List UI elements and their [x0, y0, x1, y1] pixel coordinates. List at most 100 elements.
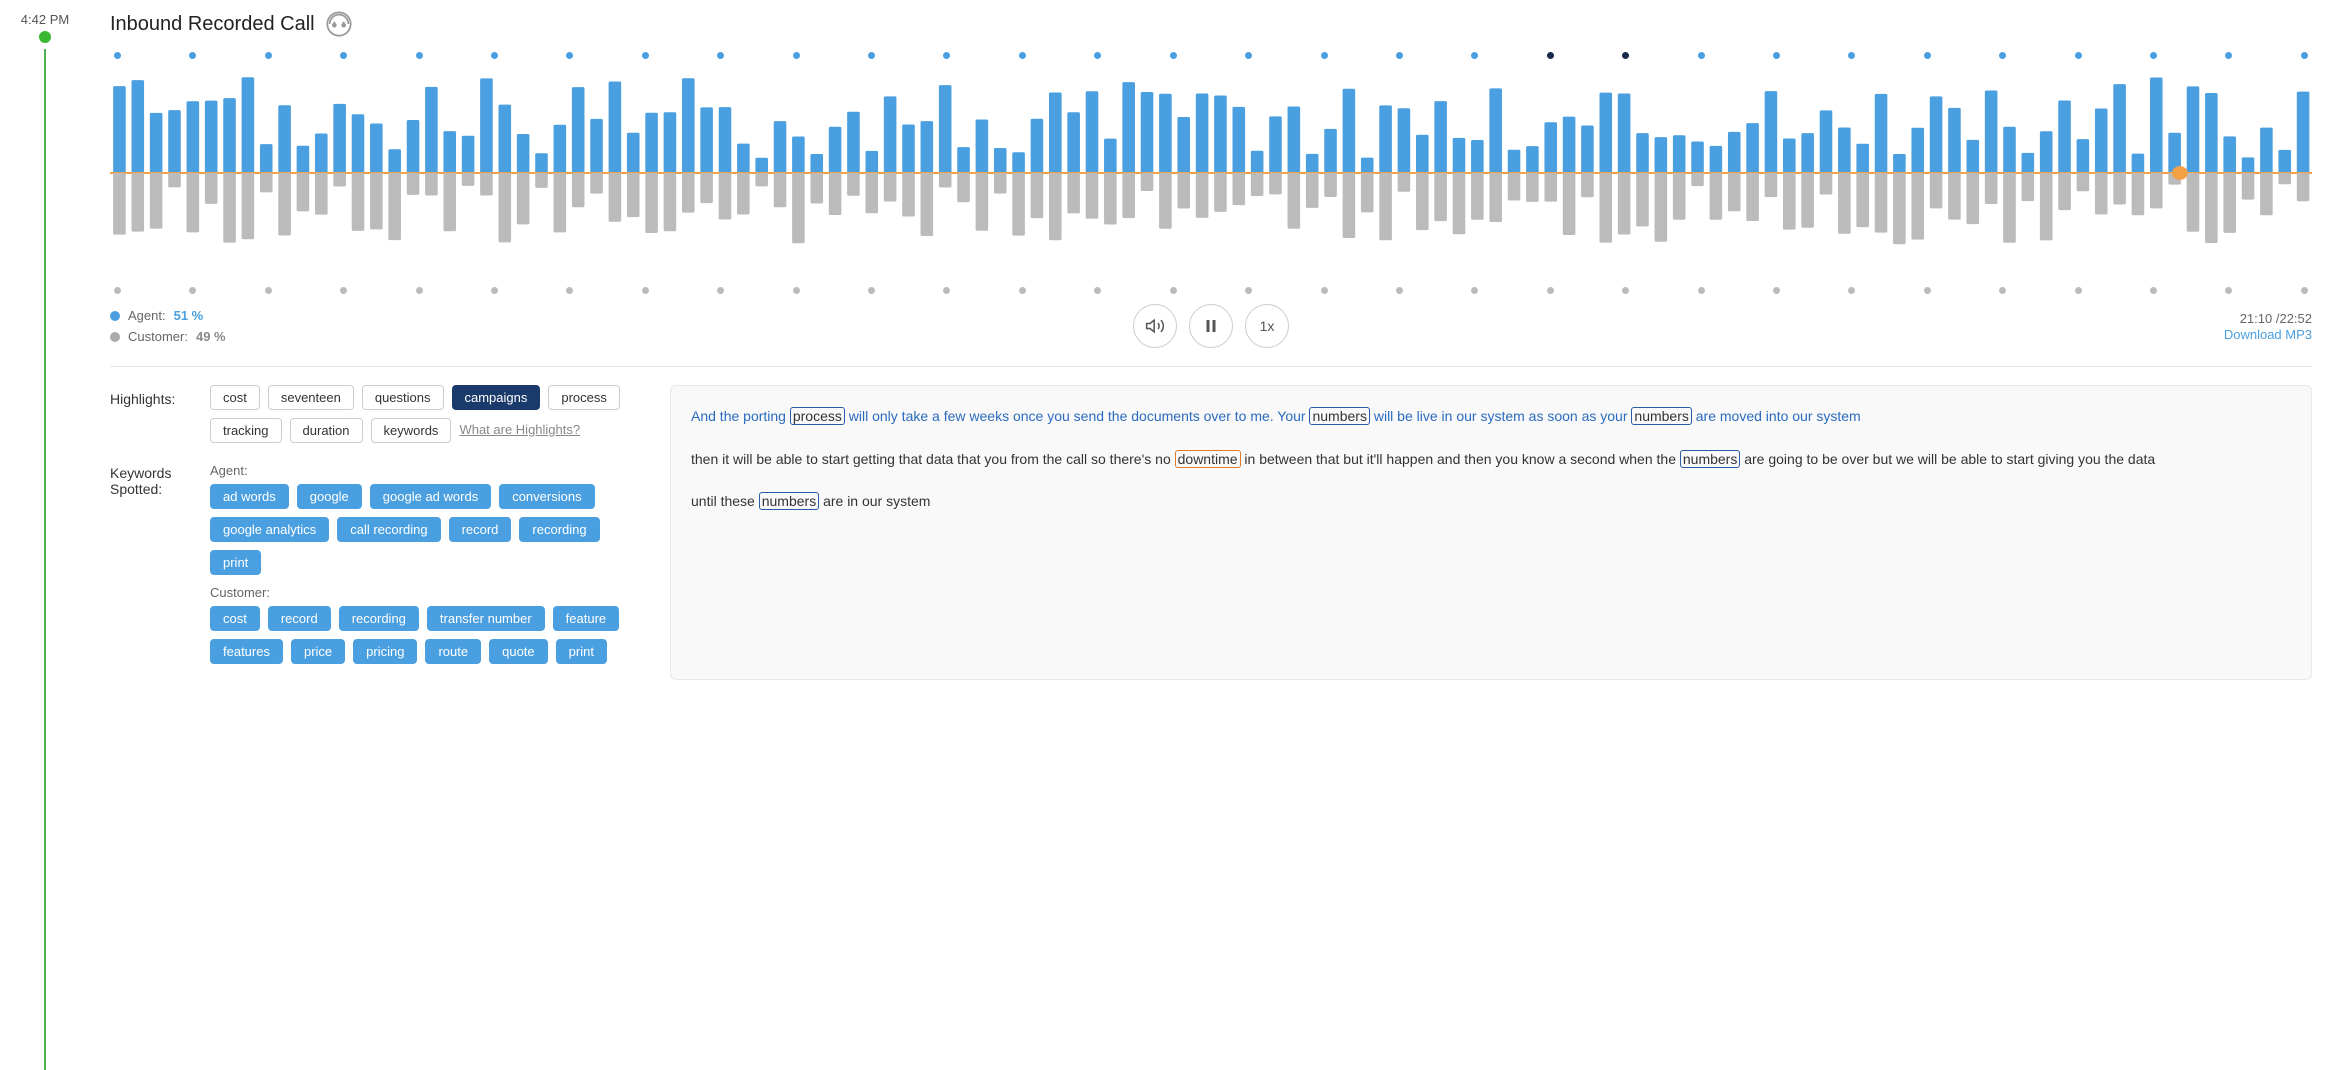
highlight-numbers-3: numbers [1680, 450, 1740, 468]
highlight-numbers-1: numbers [1309, 407, 1369, 425]
dot-gray [1170, 287, 1177, 294]
dot-dark [1547, 52, 1554, 59]
kw-googleanalytics[interactable]: google analytics [210, 517, 329, 542]
tag-campaigns[interactable]: campaigns [452, 385, 541, 410]
dot [1471, 52, 1478, 59]
agent-customer-info: Agent: 51 % Customer: 49 % [110, 308, 290, 344]
ckw-recording[interactable]: recording [339, 606, 419, 631]
dot-gray [566, 287, 573, 294]
what-are-highlights-link[interactable]: What are Highlights? [459, 418, 580, 443]
section-divider [110, 366, 2312, 367]
agent-keywords-tags: ad words google google ad words conversi… [210, 484, 650, 575]
ckw-cost[interactable]: cost [210, 606, 260, 631]
tag-questions[interactable]: questions [362, 385, 444, 410]
dot-gray [1622, 287, 1629, 294]
dot [189, 52, 196, 59]
dot-gray [1245, 287, 1252, 294]
kw-record[interactable]: record [449, 517, 512, 542]
kw-print[interactable]: print [210, 550, 261, 575]
dot-gray [868, 287, 875, 294]
dot [566, 52, 573, 59]
dot [1698, 52, 1705, 59]
playback-controls: 1x [290, 304, 2132, 348]
transcript-text: And the porting process will only take a… [691, 407, 1861, 425]
tag-seventeen[interactable]: seventeen [268, 385, 354, 410]
waveform-svg [110, 63, 2312, 283]
dot [717, 52, 724, 59]
customer-line: Customer: 49 % [110, 329, 290, 344]
header-row: Inbound Recorded Call [110, 10, 2312, 38]
highlights-row: Highlights: cost seventeen questions cam… [110, 385, 650, 443]
dot [868, 52, 875, 59]
tag-duration[interactable]: duration [290, 418, 363, 443]
customer-percent: 49 % [196, 329, 226, 344]
highlight-downtime: downtime [1175, 450, 1241, 468]
ckw-features[interactable]: features [210, 639, 283, 664]
pause-button[interactable] [1189, 304, 1233, 348]
dot [1245, 52, 1252, 59]
dot [1170, 52, 1177, 59]
speed-button[interactable]: 1x [1245, 304, 1289, 348]
transcript-para-2: then it will be able to start getting th… [691, 447, 2291, 472]
headset-icon [325, 10, 353, 38]
agent-keywords-label: Agent: [210, 463, 650, 478]
dot [416, 52, 423, 59]
tag-tracking[interactable]: tracking [210, 418, 282, 443]
dot-gray [1019, 287, 1026, 294]
highlight-numbers-2: numbers [1631, 407, 1691, 425]
kw-googleadwords[interactable]: google ad words [370, 484, 491, 509]
dot [2075, 52, 2082, 59]
kw-conversions[interactable]: conversions [499, 484, 594, 509]
kw-callrecording[interactable]: call recording [337, 517, 440, 542]
ckw-feature[interactable]: feature [553, 606, 619, 631]
highlight-numbers-4: numbers [759, 492, 819, 510]
dot-gray [1698, 287, 1705, 294]
ckw-print[interactable]: print [556, 639, 607, 664]
dot [2301, 52, 2308, 59]
download-mp3-link[interactable]: Download MP3 [2224, 327, 2312, 342]
dot-gray [642, 287, 649, 294]
bottom-dots-row [110, 287, 2312, 294]
dot-gray [1773, 287, 1780, 294]
customer-keywords-label: Customer: [210, 585, 650, 600]
ckw-route[interactable]: route [425, 639, 481, 664]
waveform-container[interactable] [110, 63, 2312, 283]
controls-row: Agent: 51 % Customer: 49 % [110, 304, 2312, 348]
tag-process[interactable]: process [548, 385, 620, 410]
dot [2150, 52, 2157, 59]
agent-label: Agent: [128, 308, 166, 323]
dot [1773, 52, 1780, 59]
top-dots-row [110, 52, 2312, 59]
dot [1999, 52, 2006, 59]
dot-gray [793, 287, 800, 294]
dot [1019, 52, 1026, 59]
highlights-tags: cost seventeen questions campaigns proce… [210, 385, 650, 443]
kw-adwords[interactable]: ad words [210, 484, 289, 509]
keywords-section-label: KeywordsSpotted: [110, 465, 210, 497]
volume-button[interactable] [1133, 304, 1177, 348]
customer-keywords-tags: cost record recording transfer number fe… [210, 606, 650, 664]
dot-dark [1622, 52, 1629, 59]
dot-gray [1848, 287, 1855, 294]
agent-percent: 51 % [174, 308, 204, 323]
tag-cost[interactable]: cost [210, 385, 260, 410]
dot-gray [2075, 287, 2082, 294]
dot-gray [491, 287, 498, 294]
ckw-record[interactable]: record [268, 606, 331, 631]
ckw-pricing[interactable]: pricing [353, 639, 417, 664]
ckw-quote[interactable]: quote [489, 639, 548, 664]
dot-gray [1999, 287, 2006, 294]
tag-keywords[interactable]: keywords [371, 418, 452, 443]
ckw-price[interactable]: price [291, 639, 345, 664]
kw-google[interactable]: google [297, 484, 362, 509]
dot-gray [2301, 287, 2308, 294]
dot-gray [340, 287, 347, 294]
pause-icon [1202, 317, 1220, 335]
customer-label: Customer: [128, 329, 188, 344]
dot [2225, 52, 2232, 59]
dot-gray [717, 287, 724, 294]
kw-recording[interactable]: recording [519, 517, 599, 542]
dot [1094, 52, 1101, 59]
dot-gray [1547, 287, 1554, 294]
ckw-transfer-number[interactable]: transfer number [427, 606, 545, 631]
